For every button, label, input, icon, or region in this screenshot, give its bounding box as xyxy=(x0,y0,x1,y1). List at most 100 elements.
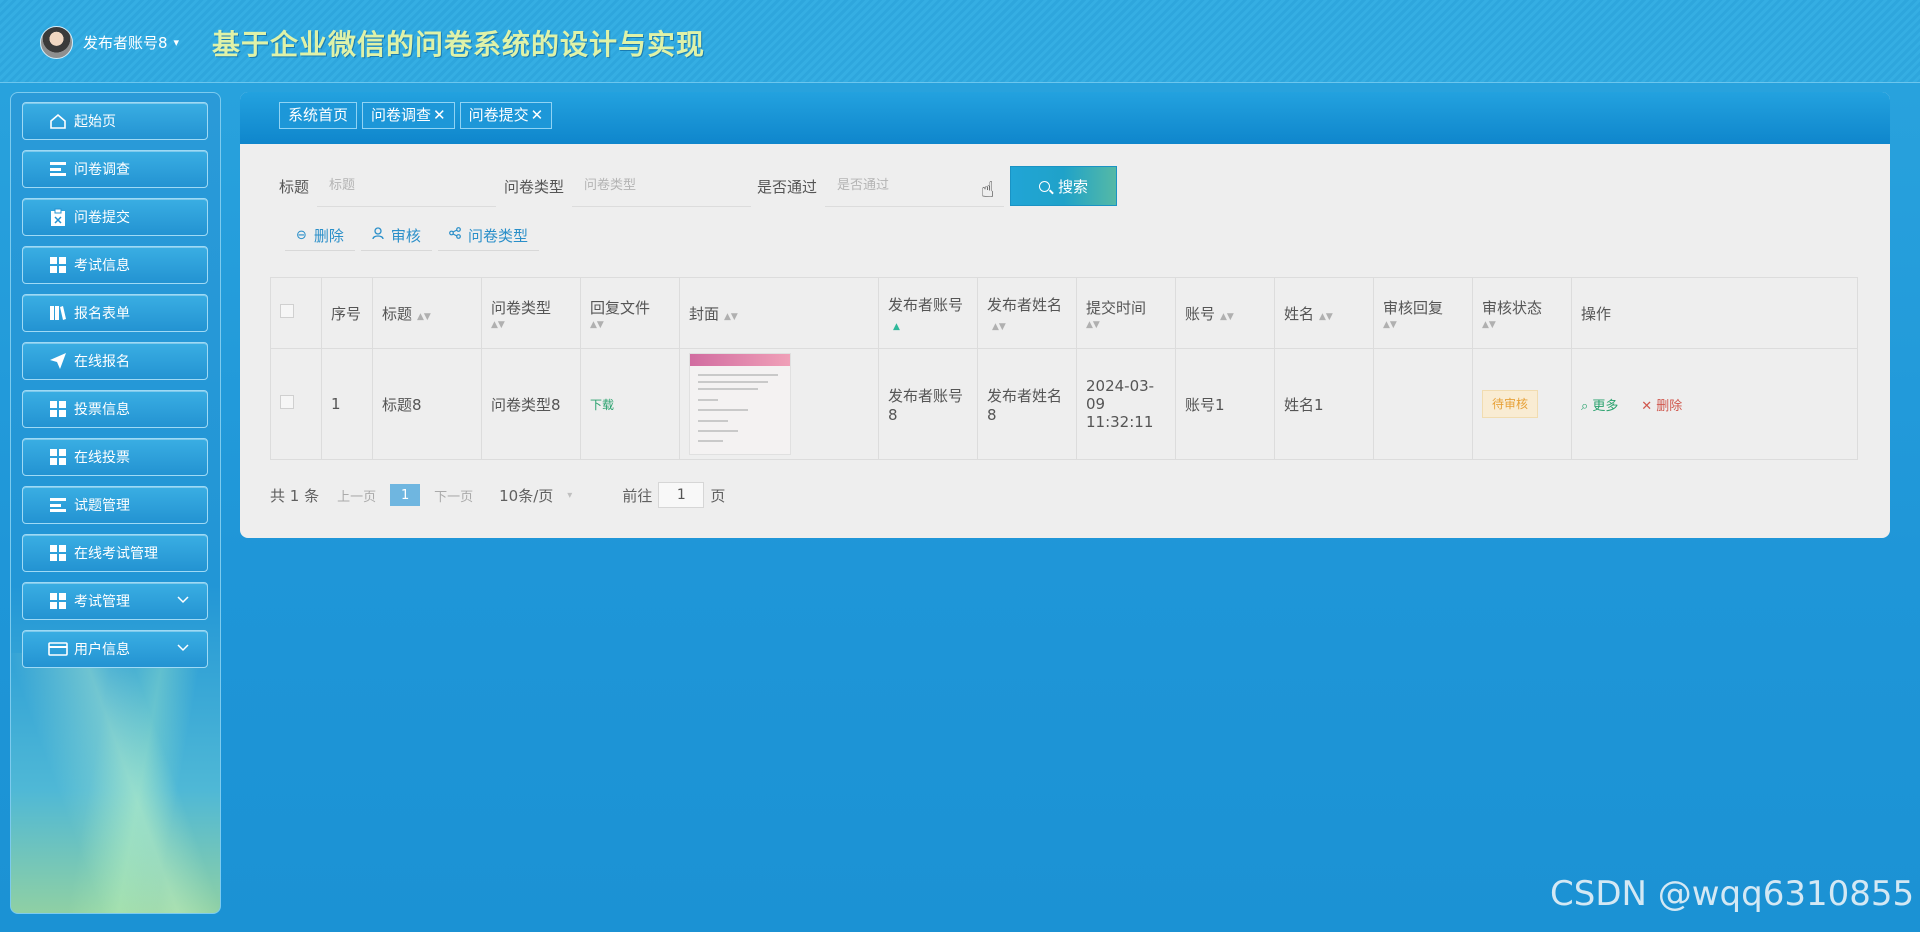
more-button-label: 更多 xyxy=(1592,398,1619,414)
tab-label: 问卷调查 xyxy=(371,106,432,124)
goto-suffix: 页 xyxy=(710,486,726,505)
col-type-label: 问卷类型 xyxy=(491,298,552,317)
search-form: 标题 问卷类型 是否通过 xyxy=(279,165,1005,207)
sidebar-item-user-info[interactable]: 用户信息 xyxy=(22,630,208,668)
delete-button[interactable]: ⊖ 删除 xyxy=(285,220,355,251)
sidebar-item-online-signup[interactable]: 在线报名 xyxy=(22,342,208,380)
prev-page-button[interactable]: 上一页 xyxy=(337,486,376,505)
cell-publisher-account: 发布者账号8 xyxy=(878,348,978,460)
row-delete-button[interactable]: ✕ 删除 xyxy=(1641,399,1682,414)
cell-reply-file: 下载 xyxy=(580,348,680,460)
cell-name: 姓名1 xyxy=(1274,348,1374,460)
tab-bar: 系统首页 问卷调查 ✕ 问卷提交 ✕ xyxy=(240,92,1890,144)
col-index-label: 序号 xyxy=(331,304,362,323)
tab-survey[interactable]: 问卷调查 ✕ xyxy=(362,102,455,129)
col-type[interactable]: 问卷类型 ▲▼ xyxy=(481,277,581,349)
chevron-down-icon[interactable] xyxy=(177,593,189,607)
more-button[interactable]: ⌕ 更多 xyxy=(1581,399,1618,414)
sort-icon[interactable]: ▲▼ xyxy=(1220,312,1234,322)
passed-select[interactable] xyxy=(825,165,1005,207)
cell-type: 问卷类型8 xyxy=(481,348,581,460)
sort-ascending-icon[interactable]: ▲ xyxy=(893,322,900,332)
sort-icon[interactable]: ▲▼ xyxy=(1383,320,1463,330)
page-size-label: 10条/页 xyxy=(499,486,554,505)
col-title[interactable]: 标题 ▲▼ xyxy=(372,277,482,349)
grid-icon xyxy=(48,399,68,419)
col-publisher-name-label: 发布者姓名 xyxy=(987,295,1063,314)
cell-cover xyxy=(679,348,879,460)
sidebar-item-label: 在线报名 xyxy=(74,354,130,370)
sidebar-item-label: 在线考试管理 xyxy=(74,546,158,562)
sidebar-item-label: 投票信息 xyxy=(74,402,130,418)
sort-icon[interactable]: ▲▼ xyxy=(491,320,571,330)
col-name[interactable]: 姓名 ▲▼ xyxy=(1274,277,1374,349)
sidebar-item-exam-info[interactable]: 考试信息 xyxy=(22,246,208,284)
download-link[interactable]: 下载 xyxy=(590,398,614,412)
main-panel: 系统首页 问卷调查✕ 问卷提交✕ 标题 问卷类型 是否通过 搜索 ⊖ 删除 审核 xyxy=(240,92,1890,538)
top-bar: 发布者账号8 ▾ 基于企业微信的问卷系统的设计与实现 xyxy=(0,0,1920,83)
audit-button[interactable]: 审核 xyxy=(360,220,432,251)
col-title-label: 标题 xyxy=(382,304,413,323)
pagination: 共 1 条 上一页 1 下一页 10条/页 ▾ 前往 页 xyxy=(270,482,725,508)
sort-icon[interactable]: ▲▼ xyxy=(724,312,738,322)
tab-home[interactable]: 系统首页 xyxy=(279,102,358,129)
col-reply-file[interactable]: 回复文件 ▲▼ xyxy=(580,277,680,349)
cell-title: 标题8 xyxy=(372,348,482,460)
row-checkbox[interactable] xyxy=(280,395,294,409)
sidebar-item-vote-info[interactable]: 投票信息 xyxy=(22,390,208,428)
row-select-cell xyxy=(270,348,322,460)
select-all-checkbox[interactable] xyxy=(280,304,294,318)
clipboard-icon xyxy=(48,207,68,227)
cover-image[interactable] xyxy=(689,353,791,455)
page-size-select[interactable]: 10条/页 ▾ xyxy=(499,485,572,506)
sort-icon[interactable]: ▲▼ xyxy=(590,320,670,330)
next-page-button[interactable]: 下一页 xyxy=(434,486,473,505)
caret-down-icon[interactable]: ▾ xyxy=(174,36,180,49)
sidebar-item-label: 报名表单 xyxy=(74,306,130,322)
close-icon[interactable]: ✕ xyxy=(531,106,544,124)
cell-account: 账号1 xyxy=(1175,348,1275,460)
send-icon xyxy=(48,351,68,371)
sort-icon[interactable]: ▲▼ xyxy=(1482,320,1562,330)
col-audit-status[interactable]: 审核状态 ▲▼ xyxy=(1472,277,1572,349)
user-menu[interactable]: 发布者账号8 ▾ xyxy=(40,25,180,59)
current-page[interactable]: 1 xyxy=(390,484,421,506)
col-publisher-name[interactable]: 发布者姓名 ▲▼ xyxy=(977,277,1077,349)
col-audit-reply[interactable]: 审核回复 ▲▼ xyxy=(1373,277,1473,349)
title-label: 标题 xyxy=(279,177,310,196)
sidebar-item-signup-form[interactable]: 报名表单 xyxy=(22,294,208,332)
sort-icon[interactable]: ▲▼ xyxy=(1086,320,1166,330)
col-submit-time[interactable]: 提交时间 ▲▼ xyxy=(1076,277,1176,349)
avatar[interactable] xyxy=(40,25,73,59)
sidebar-item-exam-manage[interactable]: 考试管理 xyxy=(22,582,208,620)
user-name[interactable]: 发布者账号8 xyxy=(83,32,168,53)
grid-icon xyxy=(48,447,68,467)
sidebar-item-online-vote[interactable]: 在线投票 xyxy=(22,438,208,476)
sidebar-item-label: 考试管理 xyxy=(74,594,130,610)
title-input[interactable] xyxy=(317,165,497,207)
col-account[interactable]: 账号 ▲▼ xyxy=(1175,277,1275,349)
passed-label: 是否通过 xyxy=(757,177,818,196)
list-icon xyxy=(48,495,68,515)
tab-survey-submit[interactable]: 问卷提交 ✕ xyxy=(459,102,553,129)
col-publisher-account[interactable]: 发布者账号 ▲ xyxy=(878,277,978,349)
chevron-down-icon[interactable] xyxy=(177,641,189,655)
home-icon xyxy=(48,111,68,131)
sidebar-item-survey[interactable]: 问卷调查 xyxy=(22,150,208,188)
sort-icon[interactable]: ▲▼ xyxy=(992,322,1006,332)
sidebar-item-start[interactable]: 起始页 xyxy=(22,102,208,140)
survey-type-button[interactable]: 问卷类型 xyxy=(437,220,539,251)
type-input[interactable] xyxy=(572,165,752,207)
close-icon[interactable]: ✕ xyxy=(433,106,446,124)
sort-icon[interactable]: ▲▼ xyxy=(417,312,431,322)
sort-icon[interactable]: ▲▼ xyxy=(1319,312,1333,322)
sidebar-item-question-manage[interactable]: 试题管理 xyxy=(22,486,208,524)
sidebar-item-survey-submit[interactable]: 问卷提交 xyxy=(22,198,208,236)
col-cover[interactable]: 封面 ▲▼ xyxy=(679,277,879,349)
sidebar-item-online-exam-manage[interactable]: 在线考试管理 xyxy=(22,534,208,572)
type-label: 问卷类型 xyxy=(504,177,565,196)
table-header-row: 序号 标题 ▲▼ 问卷类型 ▲▼ 回复文件 ▲▼ 封面 ▲▼ 发布者账号 ▲ 发布者姓名 ▲… xyxy=(270,277,1858,349)
goto-page-input[interactable] xyxy=(658,482,705,508)
search-button[interactable]: 搜索 xyxy=(1010,166,1117,206)
status-badge: 待审核 xyxy=(1482,390,1539,418)
